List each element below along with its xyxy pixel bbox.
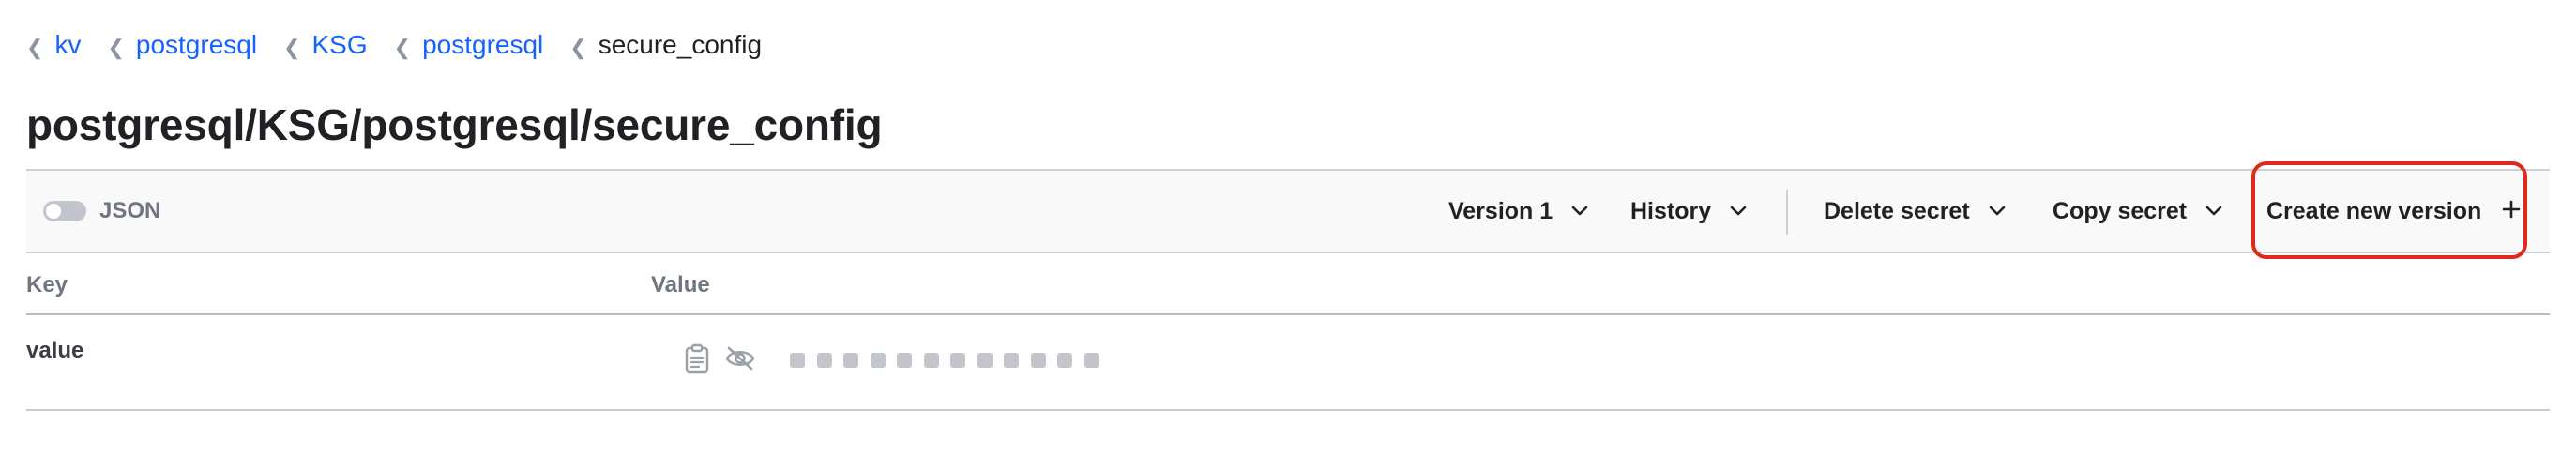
- mask-dot: [950, 353, 965, 368]
- mask-dot: [923, 353, 939, 368]
- toolbar-divider: [1786, 190, 1788, 235]
- mask-dot: [1030, 353, 1046, 368]
- secret-toolbar: JSON Version 1 History Delete secret Cop…: [26, 169, 2550, 253]
- row-divider: [26, 409, 2550, 411]
- clipboard-icon[interactable]: [683, 343, 711, 378]
- chevron-left-icon: ❮: [393, 36, 412, 59]
- breadcrumb-link-ksg[interactable]: KSG: [312, 30, 368, 60]
- chevron-left-icon: ❮: [26, 36, 44, 59]
- chevron-down-icon: [1730, 206, 1747, 217]
- highlight-annotation: [2251, 161, 2527, 259]
- json-toggle[interactable]: JSON: [43, 171, 160, 252]
- breadcrumb-item-ksg[interactable]: ❮ KSG: [283, 30, 394, 60]
- mask-dot: [1057, 353, 1072, 368]
- breadcrumb-link-kv[interactable]: kv: [54, 30, 81, 60]
- breadcrumb-item-current: ❮ secure_config: [569, 30, 762, 60]
- copy-secret-dropdown[interactable]: Copy secret: [2053, 171, 2222, 252]
- chevron-left-icon: ❮: [569, 36, 587, 59]
- breadcrumb-item-postgresql-2[interactable]: ❮ postgresql: [394, 30, 570, 60]
- mask-dot: [1083, 353, 1099, 368]
- version-dropdown[interactable]: Version 1: [1448, 171, 1588, 252]
- row-actions: [683, 343, 769, 378]
- page-title: postgresql/KSG/postgresql/secure_config: [26, 100, 883, 149]
- mask-dot: [897, 353, 912, 368]
- chevron-left-icon: ❮: [107, 36, 125, 59]
- json-toggle-label: JSON: [99, 198, 161, 223]
- copy-secret-label: Copy secret: [2053, 197, 2188, 224]
- toggle-knob: [46, 204, 61, 219]
- breadcrumb-link-postgresql-2[interactable]: postgresql: [422, 30, 543, 60]
- row-key: value: [26, 338, 84, 363]
- breadcrumb: ❮ kv ❮ postgresql ❮ KSG ❮ postgresql ❮ s…: [26, 26, 762, 64]
- mask-dot: [870, 353, 886, 368]
- masked-secret-value: [790, 353, 1111, 368]
- version-dropdown-label: Version 1: [1448, 197, 1553, 224]
- chevron-left-icon: ❮: [283, 36, 301, 59]
- header-divider: [26, 313, 2550, 315]
- column-header-value: Value: [651, 272, 710, 298]
- breadcrumb-link-postgresql[interactable]: postgresql: [136, 30, 257, 60]
- json-toggle-switch[interactable]: [43, 201, 86, 221]
- mask-dot: [977, 353, 993, 368]
- breadcrumb-item-postgresql[interactable]: ❮ postgresql: [107, 30, 283, 60]
- chevron-down-icon: [2205, 206, 2222, 217]
- breadcrumb-current: secure_config: [598, 30, 763, 59]
- chevron-down-icon: [1571, 206, 1588, 217]
- mask-dot: [1004, 353, 1019, 368]
- chevron-down-icon: [1989, 206, 2006, 217]
- breadcrumb-item-kv[interactable]: ❮ kv: [26, 30, 107, 60]
- delete-secret-dropdown[interactable]: Delete secret: [1824, 171, 2006, 252]
- mask-dot: [790, 353, 805, 368]
- mask-dot: [816, 353, 832, 368]
- eye-off-icon[interactable]: [724, 345, 756, 376]
- history-dropdown[interactable]: History: [1630, 171, 1747, 252]
- column-header-key: Key: [26, 272, 68, 298]
- history-dropdown-label: History: [1630, 197, 1712, 224]
- mask-dot: [843, 353, 858, 368]
- delete-secret-label: Delete secret: [1824, 197, 1970, 224]
